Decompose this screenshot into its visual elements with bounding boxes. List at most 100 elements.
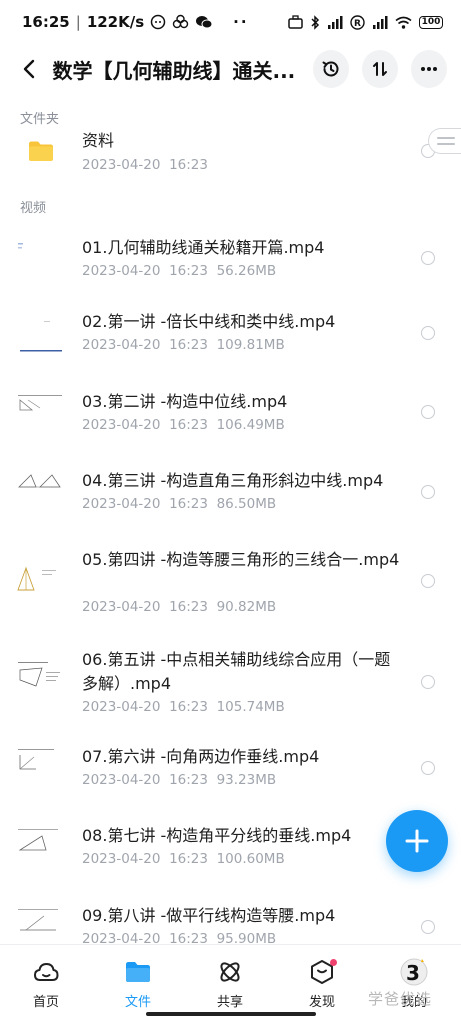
video-date: 2023-04-20 [82,599,161,615]
video-meta: 2023-04-20 16:23 90.82MB [82,599,276,615]
video-select-circle[interactable] [421,326,435,340]
video-select-circle[interactable] [421,675,435,689]
folder-name: 资料 [82,131,115,150]
svg-text:R: R [354,19,361,29]
nav-home[interactable]: 首页 [11,957,81,1010]
video-title: 01.几何辅助线通关秘籍开篇.mp4 [82,238,325,257]
video-thumbnail [16,906,64,942]
roaming-icon: R [350,14,365,30]
video-row[interactable]: 02.第一讲 -倍长中线和类中线.mp4 2023-04-20 16:23 10… [0,310,461,360]
scroll-handle[interactable] [428,128,461,154]
video-row[interactable]: 05.第四讲 -构造等腰三角形的三线合一.mp4 2023-04-20 16:2… [0,548,461,622]
cloud-home-icon [34,963,59,981]
folder-icon [29,141,53,161]
nav-share[interactable]: 共享 [195,957,265,1010]
video-date: 2023-04-20 [82,417,161,433]
folder-files-icon [126,962,150,982]
video-size: 100.60MB [216,851,285,867]
status-left: 16:25 | 122K/s ·· [22,13,249,31]
wifi-icon [395,16,412,29]
video-title: 06.第五讲 -中点相关辅助线综合应用（一题多解）.mp4 [82,650,391,693]
nav-home-label: 首页 [32,995,59,1010]
video-thumbnail [16,564,64,600]
video-select-circle[interactable] [421,574,435,588]
status-time: 16:25 [22,13,70,31]
video-date: 2023-04-20 [82,851,161,867]
home-indicator [146,1012,316,1016]
video-select-circle[interactable] [421,920,435,934]
status-right: R 100 [288,14,443,30]
video-meta: 2023-04-20 16:23 86.50MB [82,496,276,512]
nav-mine-icon-wrap: 3 [379,957,449,987]
video-row[interactable]: 04.第三讲 -构造直角三角形斜边中线.mp4 2023-04-20 16:23… [0,469,461,519]
history-button[interactable] [313,50,350,88]
status-bar: 16:25 | 122K/s ·· R 100 [0,0,461,44]
folder-meta: 2023-04-20 16:23 [82,157,208,173]
video-size: 105.74MB [216,699,285,715]
nav-discover[interactable]: 发现 [287,957,357,1010]
video-time: 16:23 [169,263,208,279]
cloud-sync-icon [172,14,189,29]
video-select-circle[interactable] [421,405,435,419]
discover-badge-dot [330,959,337,966]
video-meta: 2023-04-20 16:23 93.23MB [82,772,276,788]
video-thumbnail [16,392,64,428]
battery-icon: 100 [419,15,443,29]
nav-files[interactable]: 文件 [103,957,173,1010]
video-size: 86.50MB [216,496,277,512]
nav-files-label: 文件 [124,995,151,1010]
sort-icon [373,62,388,76]
video-select-circle[interactable] [421,761,435,775]
folder-row[interactable]: 资料 2023-04-20 16:23 [0,125,461,187]
back-button[interactable] [16,55,42,83]
video-date: 2023-04-20 [82,337,161,353]
nav-discover-icon-wrap [287,957,357,987]
video-title: 04.第三讲 -构造直角三角形斜边中线.mp4 [82,471,384,490]
video-row[interactable]: 07.第六讲 -向角两边作垂线.mp4 2023-04-20 16:23 93.… [0,745,461,795]
video-row[interactable]: 03.第二讲 -构造中位线.mp4 2023-04-20 16:23 106.4… [0,390,461,440]
add-button[interactable] [386,810,448,872]
scroll-handle-line [437,143,455,145]
video-meta: 2023-04-20 16:23 109.81MB [82,337,285,353]
video-time: 16:23 [169,772,208,788]
more-button[interactable] [411,50,448,88]
video-select-circle[interactable] [421,251,435,265]
avatar-number: 3 [406,961,420,985]
signal-icon-2 [373,15,388,29]
share-atom-icon [220,962,240,982]
folder-time: 16:23 [169,157,208,173]
video-select-circle[interactable] [421,485,435,499]
video-date: 2023-04-20 [82,496,161,512]
video-row[interactable]: 01.几何辅助线通关秘籍开篇.mp4 2023-04-20 16:23 56.2… [0,233,461,283]
video-date: 2023-04-20 [82,263,161,279]
nav-discover-label: 发现 [308,995,335,1010]
video-size: 109.81MB [216,337,285,353]
video-meta: 2023-04-20 16:23 105.74MB [82,699,285,715]
video-thumbnail [16,235,64,271]
video-time: 16:23 [169,699,208,715]
video-title: 03.第二讲 -构造中位线.mp4 [82,392,288,411]
sort-button[interactable] [362,50,399,88]
video-time: 16:23 [169,337,208,353]
briefcase-icon [288,15,303,29]
video-thumbnail [16,318,64,354]
bluetooth-icon [311,14,320,30]
more-dots-icon [421,67,438,71]
video-title: 05.第四讲 -构造等腰三角形的三线合一.mp4 [82,550,400,569]
video-title: 07.第六讲 -向角两边作垂线.mp4 [82,747,320,766]
video-time: 16:23 [169,599,208,615]
signal-icon-1 [328,15,343,29]
video-size: 90.82MB [216,599,277,615]
video-row[interactable]: 06.第五讲 -中点相关辅助线综合应用（一题多解）.mp4 2023-04-20… [0,648,461,722]
video-size: 93.23MB [216,772,277,788]
video-title: 08.第七讲 -构造角平分线的垂线.mp4 [82,826,352,845]
nav-home-icon-wrap [11,957,81,987]
video-thumbnail [16,826,64,862]
wechat-icon [196,16,213,29]
chevron-left-icon [24,59,35,79]
video-title: 09.第八讲 -做平行线构造等腰.mp4 [82,906,336,925]
more-notifications-icon: ·· [233,13,249,31]
page-title: 数学【几何辅助线】通关... [52,58,296,83]
video-time: 16:23 [169,851,208,867]
nav-share-icon-wrap [195,957,265,987]
